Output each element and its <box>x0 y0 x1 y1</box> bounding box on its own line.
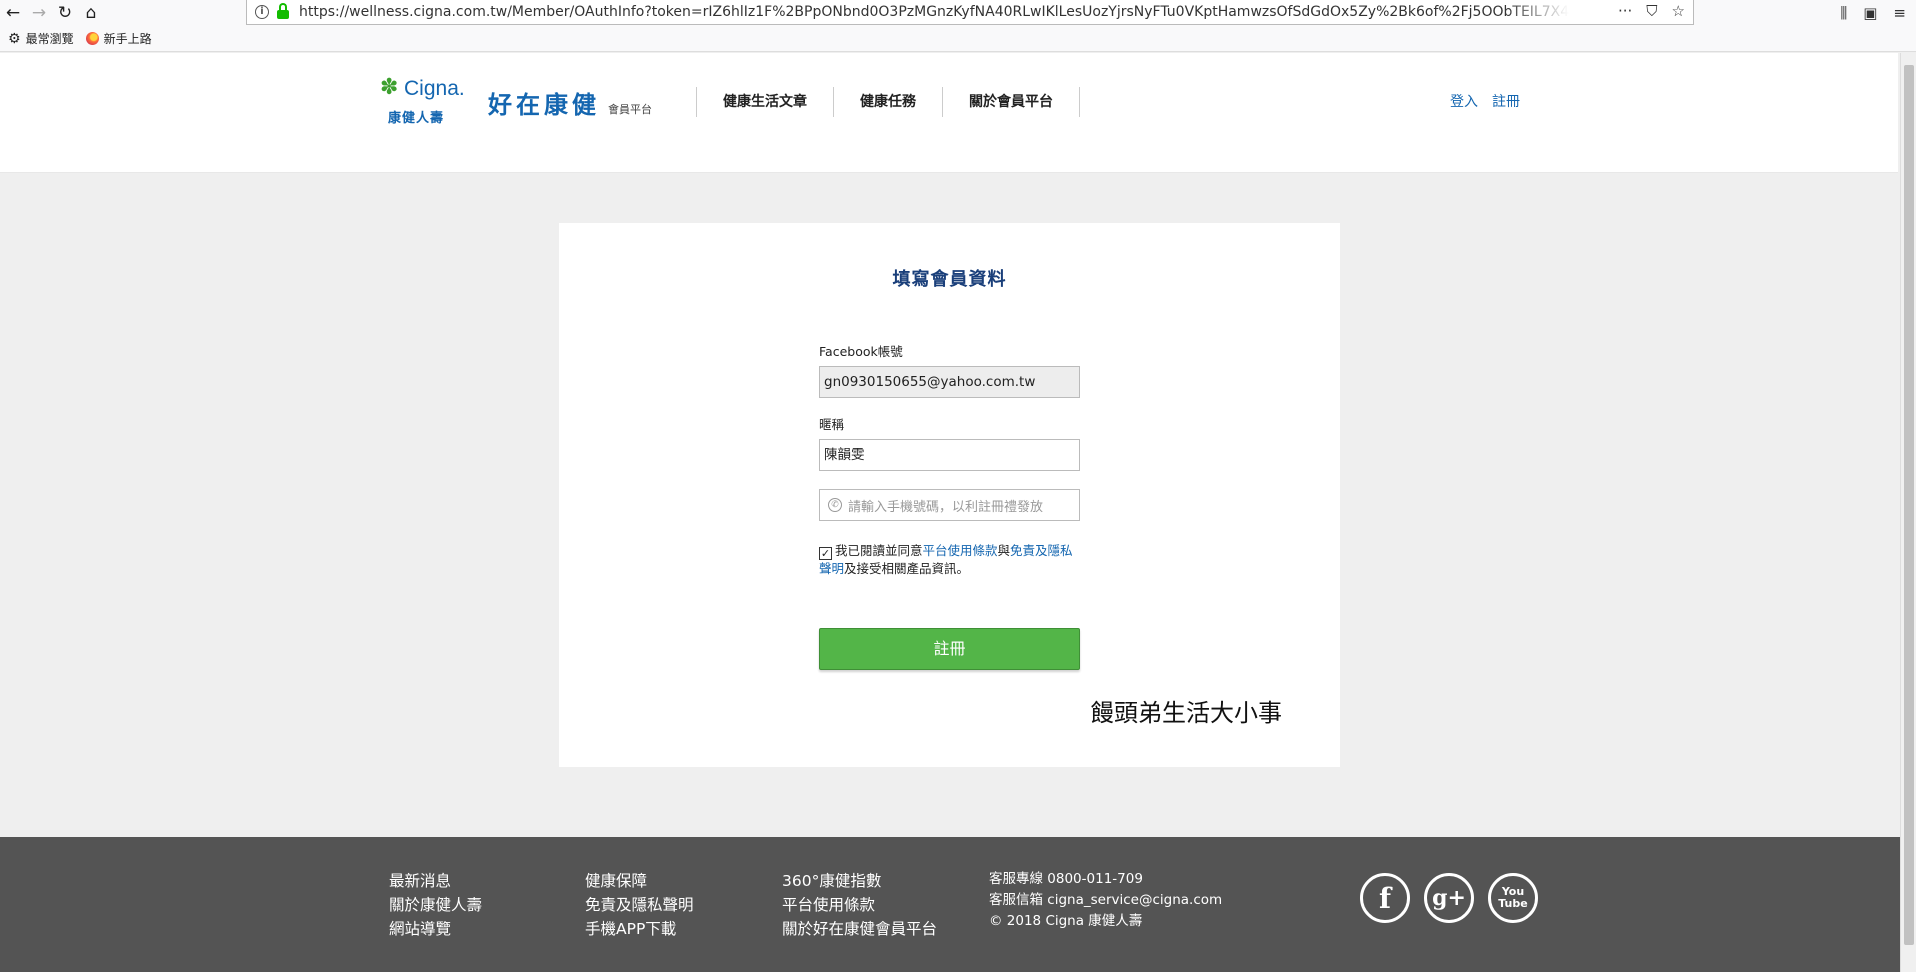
google-plus-icon[interactable]: g+ <box>1424 873 1474 923</box>
bookmarks-bar: ⚙ 最常瀏覽 新手上路 <box>0 26 1916 52</box>
nickname-field[interactable]: 陳韻雯 <box>819 439 1080 471</box>
cigna-logo[interactable]: ✽ Cigna. 康健人壽 <box>380 75 466 127</box>
browser-toolbar: ← → ↻ ⌂ i https://wellness.cigna.com.tw/… <box>0 0 1916 26</box>
footer-link-sitemap[interactable]: 網站導覽 <box>389 917 482 941</box>
login-link[interactable]: 登入 <box>1450 91 1478 111</box>
forward-button[interactable]: → <box>26 1 52 25</box>
gear-icon: ⚙ <box>8 30 21 47</box>
pocket-icon[interactable]: ⛉ <box>1646 2 1657 20</box>
firefox-icon <box>85 32 99 45</box>
phone-placeholder: 請輸入手機號碼，以利註冊禮發放 <box>848 499 1044 515</box>
facebook-field[interactable]: gn0930150655@yahoo.com.tw <box>819 366 1080 398</box>
back-button[interactable]: ← <box>0 1 26 25</box>
form-title: 填寫會員資料 <box>892 269 1007 290</box>
reload-button[interactable]: ↻ <box>52 1 78 25</box>
platform-logo[interactable]: 好在康健 會員平台 <box>488 85 652 120</box>
library-icon[interactable]: ⫼ <box>1840 4 1847 22</box>
phone-field[interactable]: ✆ 請輸入手機號碼，以利註冊禮發放 <box>819 489 1080 521</box>
address-bar[interactable]: i https://wellness.cigna.com.tw/Member/O… <box>246 0 1694 25</box>
tree-logo-icon: ✽ <box>380 75 399 100</box>
footer-link-protection[interactable]: 健康保障 <box>585 869 694 893</box>
nav-about-platform[interactable]: 關於會員平台 <box>942 87 1080 117</box>
home-button[interactable]: ⌂ <box>78 1 104 25</box>
bookmark-star-icon[interactable]: ☆ <box>1672 2 1685 20</box>
site-footer: 最新消息 關於康健人壽 網站導覽 健康保障 免責及隱私聲明 手機APP下載 36… <box>0 837 1900 972</box>
service-email: 客服信箱 cigna_service@cigna.com <box>989 892 1223 908</box>
terms-link[interactable]: 平台使用條款 <box>923 543 998 558</box>
footer-link-index[interactable]: 360°康健指數 <box>782 869 937 893</box>
page-scrollbar[interactable] <box>1900 53 1916 972</box>
info-icon[interactable]: i <box>255 5 269 19</box>
footer-col-1: 最新消息 關於康健人壽 網站導覽 <box>389 869 482 941</box>
footer-link-app[interactable]: 手機APP下載 <box>585 917 694 941</box>
menu-icon[interactable]: ≡ <box>1893 4 1906 22</box>
footer-contact: 客服專線 0800-011-709 客服信箱 cigna_service@cig… <box>989 869 1222 932</box>
youtube-icon[interactable]: You Tube <box>1488 873 1538 923</box>
scrollbar-thumb[interactable] <box>1904 65 1914 945</box>
footer-col-3: 360°康健指數 平台使用條款 關於好在康健會員平台 <box>782 869 937 941</box>
footer-col-2: 健康保障 免責及隱私聲明 手機APP下載 <box>585 869 694 941</box>
agree-checkbox[interactable]: ✓ <box>819 547 832 560</box>
footer-link-terms[interactable]: 平台使用條款 <box>782 893 937 917</box>
sidebar-icon[interactable]: ▣ <box>1863 4 1877 22</box>
agree-terms: ✓ 我已閱讀並同意平台使用條款與免責及隱私聲明及接受相關產品資訊。 <box>819 543 1073 576</box>
main-nav: 健康生活文章 健康任務 關於會員平台 <box>696 87 1080 117</box>
hotline: 客服專線 0800-011-709 <box>989 871 1143 887</box>
facebook-icon[interactable]: f <box>1360 873 1410 923</box>
auth-links: 登入 註冊 <box>1450 91 1520 111</box>
nav-health-articles[interactable]: 健康生活文章 <box>696 87 833 117</box>
facebook-label: Facebook帳號 <box>819 344 903 359</box>
nav-health-tasks[interactable]: 健康任務 <box>833 87 942 117</box>
nickname-label: 暱稱 <box>819 417 845 432</box>
footer-link-platform[interactable]: 關於好在康健會員平台 <box>782 917 937 941</box>
bookmark-getting-started[interactable]: 新手上路 <box>85 30 152 47</box>
copyright: © 2018 Cigna 康健人壽 <box>989 913 1143 929</box>
footer-link-disclaimer[interactable]: 免責及隱私聲明 <box>585 893 694 917</box>
phone-icon: ✆ <box>828 498 842 512</box>
page-actions-icon[interactable]: ··· <box>1618 2 1632 20</box>
register-link[interactable]: 註冊 <box>1492 91 1520 111</box>
footer-link-news[interactable]: 最新消息 <box>389 869 482 893</box>
bookmark-most-visited[interactable]: ⚙ 最常瀏覽 <box>8 30 74 47</box>
site-header: ✽ Cigna. 康健人壽 好在康健 會員平台 健康生活文章 健康任務 關於會員… <box>0 53 1898 173</box>
watermark: 饅頭弟生活大小事 <box>1090 699 1282 727</box>
url-text[interactable]: https://wellness.cigna.com.tw/Member/OAu… <box>299 4 1569 20</box>
footer-link-about[interactable]: 關於康健人壽 <box>389 893 482 917</box>
lock-icon[interactable] <box>277 2 289 19</box>
register-card: 填寫會員資料 Facebook帳號 gn0930150655@yahoo.com… <box>559 223 1340 767</box>
register-button[interactable]: 註冊 <box>819 628 1080 670</box>
